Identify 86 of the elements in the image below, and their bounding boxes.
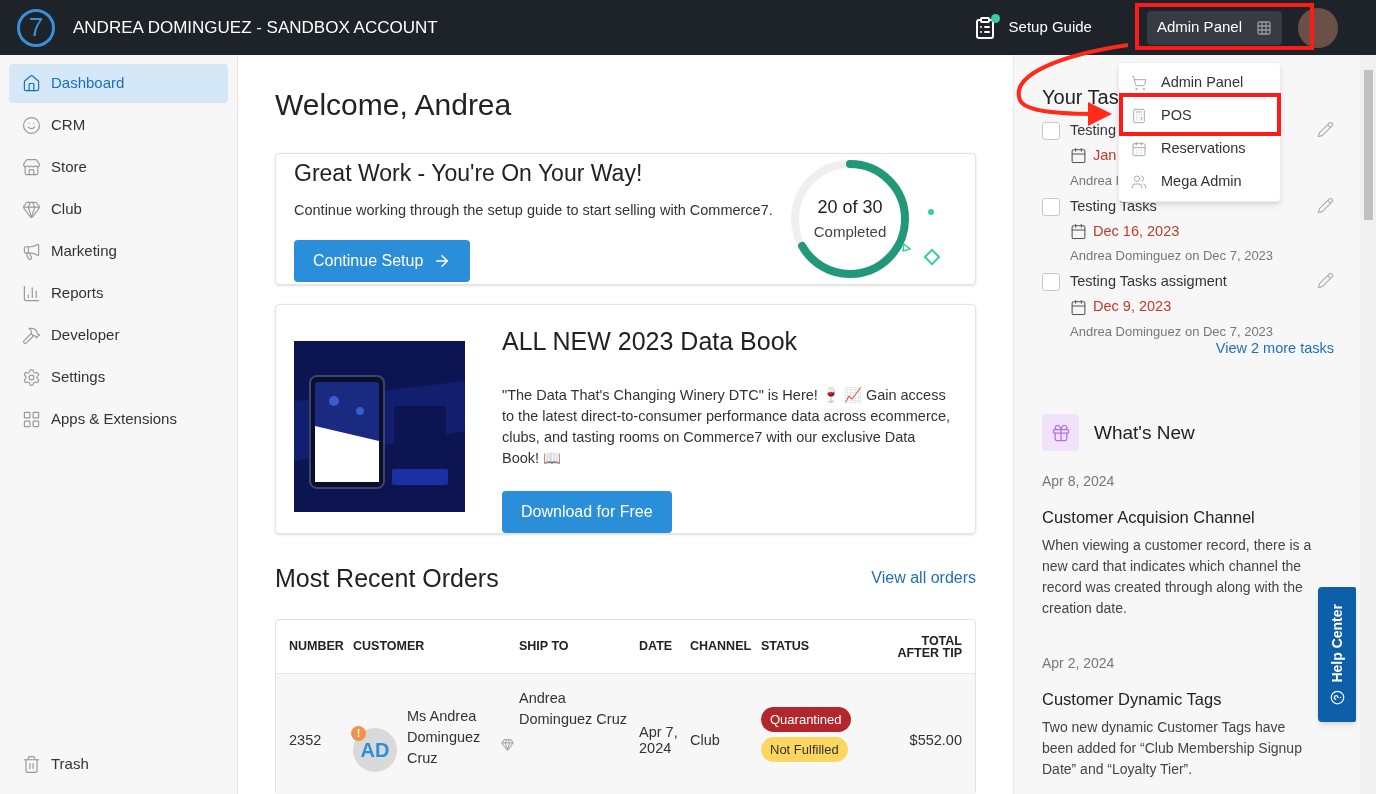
card-title: Great Work - You're On Your Way! [294, 159, 644, 189]
sidebar-item[interactable]: Dashboard [9, 64, 228, 103]
task-title: Testing Tasks assigment [1070, 272, 1227, 291]
help-center-tab[interactable]: Help Center [1318, 587, 1356, 722]
calendar-icon [1131, 140, 1147, 157]
column-header: NUMBER [289, 638, 345, 656]
setup-guide-button[interactable]: Setup Guide [972, 15, 1092, 40]
cart-icon [1131, 74, 1147, 91]
sidebar-item[interactable]: Club [9, 190, 228, 229]
whats-new-title: What's New [1094, 420, 1195, 445]
column-header: CUSTOMER [353, 638, 426, 656]
smiley-icon [22, 116, 41, 135]
task-due-date: Dec 9, 2023 [1093, 297, 1172, 317]
sidebar-item[interactable]: Trash [9, 745, 228, 784]
table-cell-text: Apr 7, 2024 [639, 724, 679, 756]
task-title: Testing [1070, 121, 1116, 139]
task-due-date: Jan [1093, 146, 1117, 165]
table-cell-text: Ms Andrea Dominguez Cruz [407, 707, 482, 768]
page-title: Welcome, Andrea [275, 87, 513, 123]
card-text: Continue working through the setup guide to start selling with Commerce7. [294, 200, 774, 220]
task-due-date: Dec 16, 2023 [1093, 221, 1180, 241]
task-meta: Andrea I [1070, 171, 1120, 190]
sidebar-item[interactable]: Store [9, 148, 228, 187]
card-title: ALL NEW 2023 Data Book [502, 326, 799, 357]
menu-item[interactable]: Reservations [1119, 132, 1280, 165]
calendar-icon [1070, 222, 1087, 240]
column-header: SHIP TO [519, 638, 570, 656]
news-date: Apr 2, 2024 [1042, 654, 1116, 674]
home-icon [22, 74, 41, 93]
task-meta: Andrea Dominguez on Dec 7, 2023 [1070, 247, 1274, 266]
card-text: "The Data That's Changing Winery DTC" is Here! 🍷 📈 Gain access to the latest direct-to-consumer performance data across ecommerce, clubs, and tasting rooms on Commerce7 with our exclusive Data Book! 📖 [502, 385, 952, 468]
sidebar-item[interactable]: Apps & Extensions [9, 400, 228, 439]
view-all-orders-link[interactable]: View all orders [871, 566, 976, 591]
scrollbar[interactable] [1360, 55, 1376, 794]
settings-icon [22, 368, 41, 387]
section-title: Most Recent Orders [275, 562, 499, 594]
menu-item[interactable]: POS [1119, 99, 1280, 132]
gem-icon [22, 200, 41, 219]
users-icon [1131, 173, 1147, 190]
status-badge: Not Fulfilled [761, 737, 848, 762]
news-date: Apr 8, 2024 [1042, 472, 1116, 492]
calendar-icon [1070, 298, 1087, 316]
avatar[interactable] [1298, 7, 1338, 48]
bar-chart-icon [22, 284, 41, 303]
sidebar-item[interactable]: Developer [9, 316, 228, 355]
grid-icon [22, 410, 41, 429]
task-checkbox[interactable] [1042, 197, 1060, 216]
menu-item[interactable]: Mega Admin [1119, 165, 1280, 198]
news-text: When viewing a customer record, there is a new card that indicates which channel the record was created through along with the creation date. [1042, 536, 1313, 619]
edit-icon[interactable] [1317, 196, 1334, 214]
column-header: STATUS [761, 638, 811, 656]
edit-icon[interactable] [1317, 272, 1334, 290]
calendar-icon [1070, 147, 1087, 165]
status-badge: Quarantined [761, 707, 851, 732]
column-header: DATE [639, 638, 674, 656]
apps-grid-icon [1256, 19, 1272, 36]
sidebar-item[interactable]: Marketing [9, 232, 228, 271]
column-header: TOTAL AFTER TIP [896, 634, 962, 659]
edit-icon[interactable] [1317, 121, 1334, 138]
news-title: Customer Dynamic Tags [1042, 689, 1223, 711]
logo[interactable]: 7 [17, 8, 55, 47]
menu-item[interactable]: Admin Panel [1119, 66, 1280, 99]
help-icon [1329, 690, 1345, 706]
sidebar-item[interactable]: Settings [9, 358, 228, 397]
sidebar-item[interactable]: CRM [9, 106, 228, 145]
progress-caption: Completed [813, 222, 887, 243]
column-header: CHANNEL [690, 638, 753, 656]
news-title: Customer Acquision Channel [1042, 507, 1256, 529]
sidebar-item[interactable]: Reports [9, 274, 228, 313]
progress-count: 20 of 30 [817, 196, 883, 220]
task-checkbox[interactable] [1042, 122, 1060, 140]
admin-panel-button[interactable]: Admin Panel [1146, 10, 1282, 45]
register-icon [1131, 107, 1147, 124]
task-checkbox[interactable] [1042, 273, 1060, 292]
table-cell-text: $552.00 [908, 731, 962, 750]
megaphone-icon [22, 242, 41, 261]
news-text: Two new dynamic Customer Tags have been added for “Club Membership Signup Date” and “Loyalty Tier”. [1042, 718, 1303, 779]
tasks-title: Your Tas [1042, 85, 1119, 110]
gift-icon [1050, 423, 1071, 443]
storefront-icon [22, 158, 41, 177]
table-cell-text: 2352 [289, 731, 323, 750]
table-cell-text: Andrea Dominguez Cruz [519, 689, 628, 729]
trash-icon [22, 755, 41, 774]
account-name: ANDREA DOMINGUEZ - SANDBOX ACCOUNT [73, 16, 438, 39]
table-cell-text: Club [690, 731, 721, 750]
hammer-icon [22, 326, 41, 345]
